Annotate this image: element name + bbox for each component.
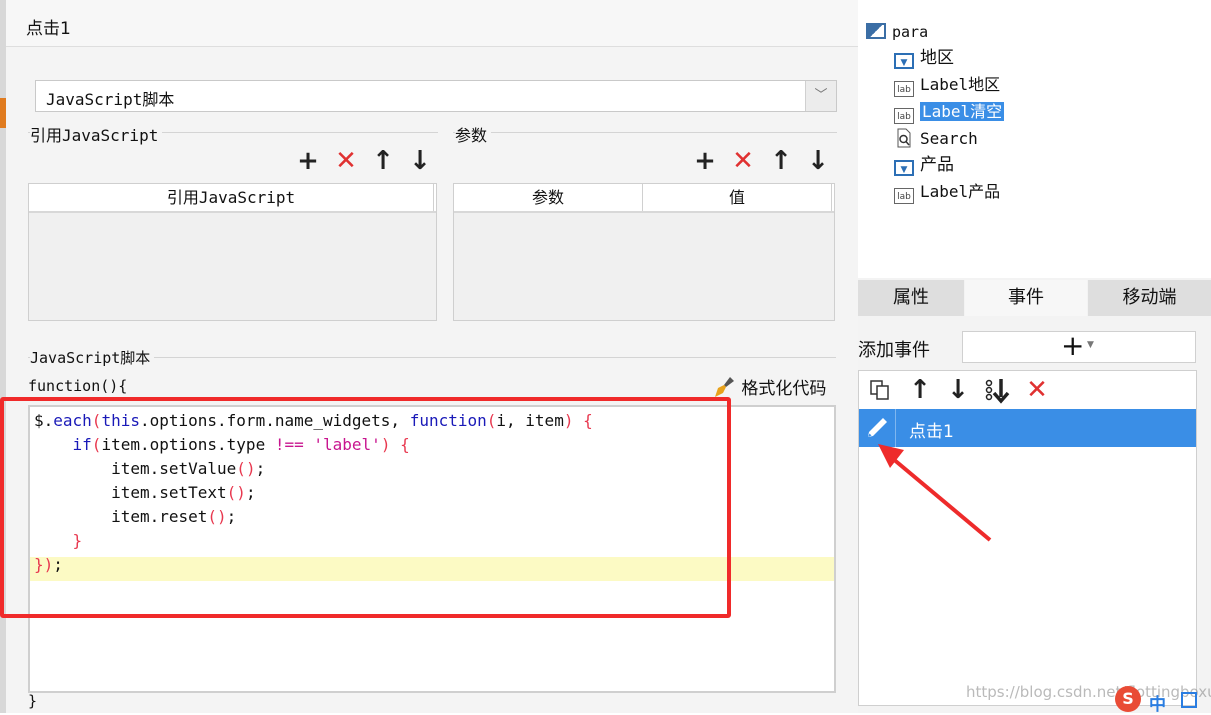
add-event-label: 添加事件: [858, 340, 930, 361]
dropdown-arrow-icon: ▼: [1087, 340, 1094, 350]
label-icon: lab: [894, 108, 914, 124]
broom-icon: [715, 377, 734, 397]
delete-icon[interactable]: ✕: [1022, 375, 1052, 405]
tree-item-label-clear[interactable]: lab Label清空: [894, 99, 1005, 125]
move-up-icon[interactable]: ↑: [905, 375, 935, 405]
widget-panel: para 地区 labLabel地区 labLabel清空 Search 产品 …: [858, 0, 1211, 713]
tree-item-diqu[interactable]: 地区: [894, 45, 954, 71]
move-up-icon[interactable]: ↑: [766, 146, 796, 176]
highlight-annotation-box: [0, 397, 731, 618]
function-header: function(){: [28, 377, 128, 395]
ref-js-column-header[interactable]: 引用JavaScript: [29, 184, 434, 211]
tab-events[interactable]: 事件: [965, 280, 1087, 316]
chevron-down-icon[interactable]: ﹀: [805, 81, 836, 111]
plus-icon: +: [1061, 329, 1085, 362]
ref-js-section-label: 引用JavaScript: [30, 122, 163, 146]
ime-logo: S 中: [1115, 686, 1211, 715]
move-to-bottom-icon[interactable]: [983, 375, 1013, 405]
param-name-column-header[interactable]: 参数: [454, 184, 643, 211]
move-up-icon[interactable]: ↑: [368, 146, 398, 176]
params-table[interactable]: 参数 值: [453, 183, 835, 321]
js-script-section-label: JavaScript脚本: [30, 347, 155, 368]
dialog-header: 点击1: [6, 0, 858, 47]
panel-tabs: 属性 事件 移动端: [858, 280, 1211, 316]
combo-icon: [894, 53, 914, 69]
delete-icon[interactable]: ✕: [331, 146, 361, 176]
widget-tree: para 地区 labLabel地区 labLabel清空 Search 产品 …: [858, 0, 1211, 278]
function-footer: }: [28, 692, 38, 710]
move-down-icon[interactable]: ↓: [405, 146, 435, 176]
script-type-value: JavaScript脚本: [46, 90, 175, 109]
combo-icon: [894, 160, 914, 176]
tree-item-chanpin[interactable]: 产品: [894, 152, 954, 178]
tree-item-search[interactable]: Search: [894, 126, 978, 152]
add-event-dropdown[interactable]: + ▼: [962, 329, 1196, 363]
format-code-button[interactable]: 格式化代码: [712, 374, 826, 400]
search-icon: [897, 128, 911, 148]
tree-item-label-diqu[interactable]: lab Label地区: [894, 72, 1000, 98]
script-type-select[interactable]: JavaScript脚本 ﹀: [35, 80, 837, 112]
annotation-arrow: [878, 444, 992, 542]
dialog-title: 点击1: [26, 19, 71, 39]
params-section-label: 参数: [455, 122, 492, 146]
tab-properties[interactable]: 属性: [858, 280, 964, 316]
delete-icon[interactable]: ✕: [728, 146, 758, 176]
format-code-label: 格式化代码: [741, 379, 827, 399]
tab-mobile[interactable]: 移动端: [1088, 280, 1211, 316]
copy-icon[interactable]: [865, 375, 895, 405]
move-down-icon[interactable]: ↓: [943, 375, 973, 405]
add-icon[interactable]: +: [293, 146, 323, 176]
tree-item-label-chanpin[interactable]: lab Label产品: [894, 179, 1000, 205]
label-icon: lab: [894, 81, 914, 97]
add-icon[interactable]: +: [690, 146, 720, 176]
param-value-column-header[interactable]: 值: [643, 184, 832, 211]
label-icon: lab: [894, 188, 914, 204]
move-down-icon[interactable]: ↓: [803, 146, 833, 176]
tree-root-para[interactable]: para: [866, 19, 928, 45]
parameter-panel-icon: [866, 23, 886, 39]
ref-js-table[interactable]: 引用JavaScript: [28, 183, 437, 321]
